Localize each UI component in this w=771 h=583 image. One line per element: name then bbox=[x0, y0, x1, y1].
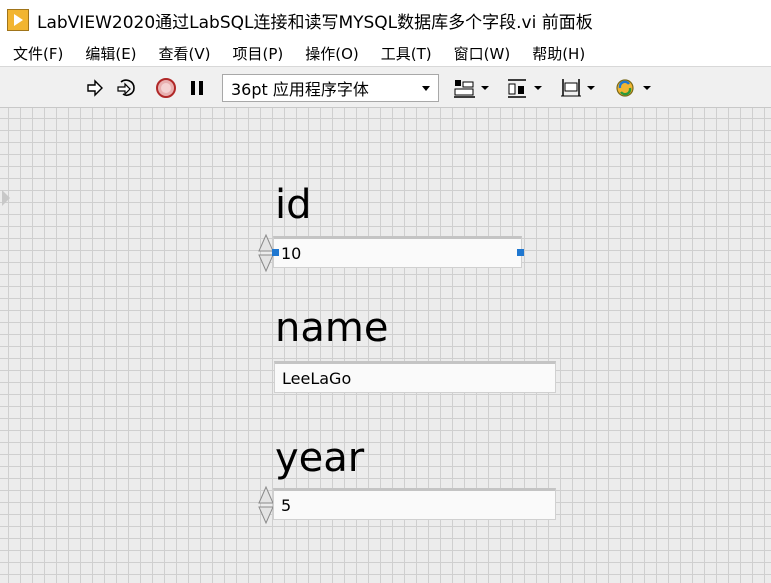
menu-tools[interactable]: 工具(T) bbox=[381, 43, 432, 64]
menu-project[interactable]: 项目(P) bbox=[233, 43, 284, 64]
menu-operate[interactable]: 操作(O) bbox=[305, 43, 359, 64]
year-numeric-input[interactable]: 5 bbox=[273, 488, 556, 520]
id-value: 10 bbox=[281, 243, 302, 263]
front-panel[interactable]: id 10 name LeeLaGo year 5 bbox=[0, 108, 771, 583]
align-objects-icon bbox=[454, 80, 489, 98]
distribute-objects-button[interactable] bbox=[505, 77, 545, 99]
pause-icon bbox=[191, 81, 203, 95]
selection-handle-left[interactable] bbox=[272, 249, 279, 256]
year-label: year bbox=[275, 435, 365, 481]
title-bar: LabVIEW2020通过LabSQL连接和读写MYSQL数据库多个字段.vi … bbox=[0, 0, 771, 40]
run-button[interactable] bbox=[84, 77, 106, 99]
window-title: LabVIEW2020通过LabSQL连接和读写MYSQL数据库多个字段.vi … bbox=[37, 12, 593, 33]
abort-stop-icon bbox=[156, 78, 176, 98]
resize-objects-button[interactable] bbox=[558, 77, 598, 99]
align-objects-button[interactable] bbox=[452, 77, 492, 99]
toolbar: 36pt 应用程序字体 bbox=[0, 66, 771, 108]
distribute-objects-icon bbox=[508, 79, 542, 98]
resize-objects-icon bbox=[561, 79, 595, 97]
abort-button[interactable] bbox=[154, 77, 178, 99]
menu-window[interactable]: 窗口(W) bbox=[454, 43, 511, 64]
id-label: id bbox=[275, 182, 312, 228]
run-continuously-button[interactable] bbox=[114, 77, 140, 99]
panel-scroll-arrow-icon bbox=[2, 190, 10, 206]
pause-button[interactable] bbox=[187, 77, 207, 99]
font-select[interactable]: 36pt 应用程序字体 bbox=[222, 74, 439, 102]
run-continuously-icon bbox=[117, 79, 135, 96]
labview-app-icon bbox=[7, 9, 29, 31]
year-increment-decrement-icon[interactable] bbox=[258, 485, 274, 525]
run-arrow-icon bbox=[87, 79, 103, 97]
menu-file[interactable]: 文件(F) bbox=[13, 43, 63, 64]
menu-edit[interactable]: 编辑(E) bbox=[85, 43, 136, 64]
name-label: name bbox=[275, 305, 389, 351]
name-string-input[interactable]: LeeLaGo bbox=[274, 361, 556, 393]
reorder-button[interactable] bbox=[612, 77, 654, 99]
menu-help[interactable]: 帮助(H) bbox=[532, 43, 585, 64]
chevron-down-icon bbox=[422, 86, 430, 91]
font-select-value: 36pt 应用程序字体 bbox=[231, 80, 369, 99]
reorder-icon bbox=[616, 79, 651, 97]
name-value: LeeLaGo bbox=[282, 368, 352, 388]
menu-bar: 文件(F) 编辑(E) 查看(V) 项目(P) 操作(O) 工具(T) 窗口(W… bbox=[0, 40, 771, 66]
id-numeric-input[interactable]: 10 bbox=[273, 236, 522, 268]
year-value: 5 bbox=[281, 495, 292, 515]
selection-handle-right[interactable] bbox=[517, 249, 524, 256]
menu-view[interactable]: 查看(V) bbox=[159, 43, 211, 64]
